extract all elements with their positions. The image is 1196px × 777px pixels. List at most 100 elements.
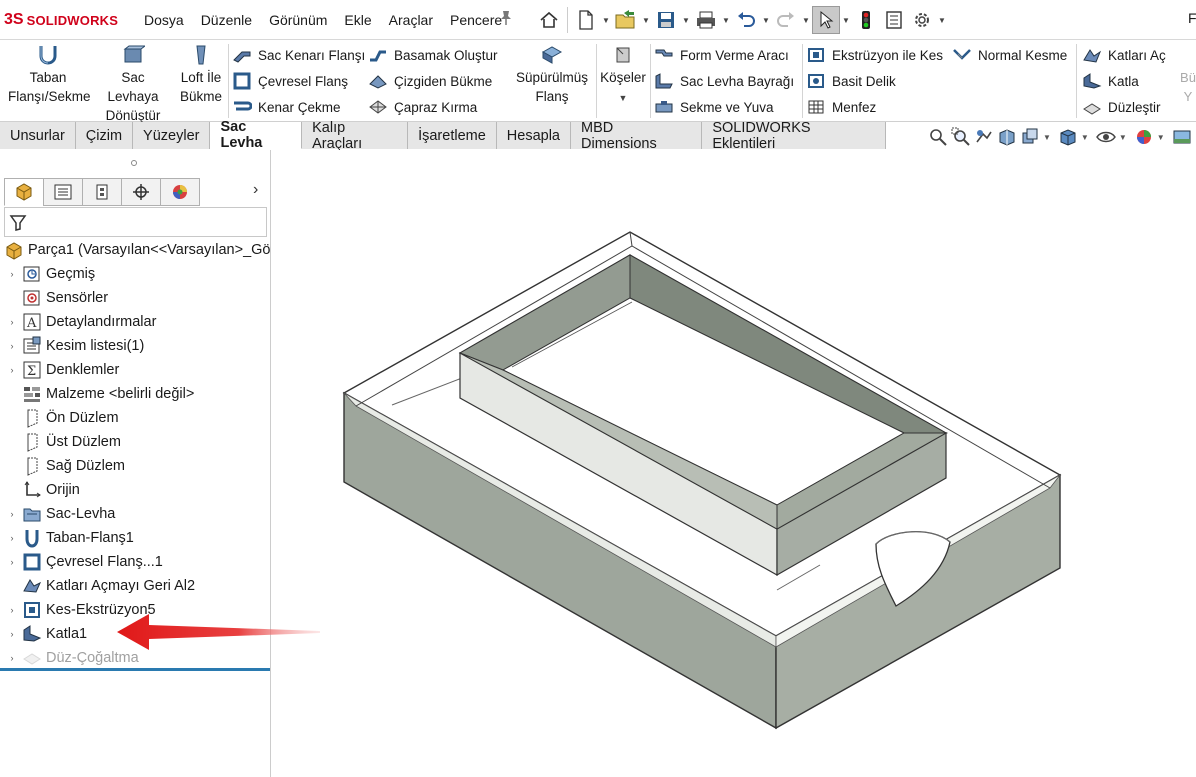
expand-chevron-icon[interactable]: ›	[6, 653, 18, 663]
flatten-button[interactable]: Düzleştir	[1082, 94, 1166, 120]
chevron-down-icon[interactable]: ▼	[1043, 133, 1051, 142]
lofted-bend-button[interactable]: Loft İle Bükme	[176, 44, 226, 106]
select-arrow-icon[interactable]	[812, 6, 840, 34]
panel-splitter-handle[interactable]	[131, 160, 137, 166]
chevron-down-icon[interactable]: ▼	[936, 6, 948, 34]
vent-button[interactable]: Menfez	[806, 94, 943, 120]
tab-cizim[interactable]: Çizim	[75, 122, 134, 149]
tab-solidworks-eklentileri[interactable]: SOLIDWORKS Eklentileri	[702, 120, 887, 152]
featuremanager-tab[interactable]	[4, 178, 44, 206]
displaymanager-tab[interactable]	[160, 178, 200, 206]
zoom-to-fit-icon[interactable]	[928, 127, 948, 147]
chevron-down-icon[interactable]: ▼	[1157, 133, 1165, 142]
tree-node[interactable]: › Sac-Levha	[0, 502, 270, 526]
chevron-right-icon[interactable]: ›	[253, 181, 258, 199]
tree-node[interactable]: › Kesim listesi(1)	[0, 334, 270, 358]
print-icon[interactable]	[692, 6, 720, 34]
new-document-icon[interactable]	[572, 6, 600, 34]
expand-chevron-icon[interactable]: ›	[6, 533, 18, 543]
miter-flange-button[interactable]: Çevresel Flanş	[232, 68, 365, 94]
tree-node[interactable]: Parça1 (Varsayılan<<Varsayılan>_Gö	[0, 238, 270, 262]
menu-duzenle[interactable]: Düzenle	[201, 12, 252, 28]
tree-node[interactable]: Sensörler	[0, 286, 270, 310]
chevron-down-icon[interactable]: ▼	[1081, 133, 1089, 142]
tab-sac-levha[interactable]: Sac Levha	[210, 119, 303, 151]
chevron-down-icon[interactable]: ▼	[619, 93, 628, 103]
tree-node[interactable]: Sağ Düzlem	[0, 454, 270, 478]
view-orientation-icon[interactable]	[1058, 127, 1078, 147]
sheet-metal-gusset-button[interactable]: Sac Levha Bayrağı	[654, 68, 794, 94]
tree-node[interactable]: › A Detaylandırmalar	[0, 310, 270, 334]
edit-appearance-icon[interactable]	[1134, 127, 1154, 147]
expand-chevron-icon[interactable]: ›	[6, 269, 18, 279]
tab-unsurlar[interactable]: Unsurlar	[0, 122, 76, 149]
no-bends-button[interactable]: Bü Y	[1176, 68, 1196, 106]
hem-button[interactable]: Kenar Çekme	[232, 94, 365, 120]
tab-hesapla[interactable]: Hesapla	[496, 122, 571, 149]
save-icon[interactable]	[652, 6, 680, 34]
tree-node[interactable]: › Çevresel Flanş...1	[0, 550, 270, 574]
edge-flange-button[interactable]: Sac Kenarı Flanşı	[232, 42, 365, 68]
tree-node[interactable]: Orijin	[0, 478, 270, 502]
menu-dosya[interactable]: Dosya	[144, 12, 184, 28]
open-icon[interactable]	[612, 6, 640, 34]
traffic-light-icon[interactable]	[852, 6, 880, 34]
apply-scene-icon[interactable]	[1172, 127, 1192, 147]
tab-yuzeyler[interactable]: Yüzeyler	[133, 122, 211, 149]
convert-to-sheet-metal-button[interactable]: Sac Levhaya Dönüştür	[94, 44, 172, 125]
expand-chevron-icon[interactable]: ›	[6, 629, 18, 639]
dimxpertmanager-tab[interactable]	[121, 178, 161, 206]
chevron-down-icon[interactable]: ▼	[800, 6, 812, 34]
tree-node[interactable]: Katları Açmayı Geri Al2	[0, 574, 270, 598]
chevron-down-icon[interactable]: ▼	[640, 6, 652, 34]
jog-button[interactable]: Basamak Oluştur	[368, 42, 498, 68]
chevron-down-icon[interactable]: ▼	[1119, 133, 1127, 142]
simple-hole-button[interactable]: Basit Delik	[806, 68, 943, 94]
menu-gorunum[interactable]: Görünüm	[269, 12, 327, 28]
menu-ekle[interactable]: Ekle	[344, 12, 371, 28]
expand-chevron-icon[interactable]: ›	[6, 317, 18, 327]
expand-chevron-icon[interactable]: ›	[6, 365, 18, 375]
chevron-down-icon[interactable]: ▼	[760, 6, 772, 34]
tab-and-slot-button[interactable]: Sekme ve Yuva	[654, 94, 794, 120]
unfold-button[interactable]: Katları Aç	[1082, 42, 1166, 68]
options-gear-icon[interactable]	[908, 6, 936, 34]
tree-node[interactable]: › Geçmiş	[0, 262, 270, 286]
tab-isaretleme[interactable]: İşaretleme	[408, 122, 497, 149]
section-view-icon[interactable]	[997, 127, 1017, 147]
menu-araclar[interactable]: Araçlar	[389, 12, 433, 28]
expand-chevron-icon[interactable]: ›	[6, 605, 18, 615]
extruded-cut-button[interactable]: Ekstrüzyon ile Kes	[806, 42, 943, 68]
tree-node[interactable]: Ön Düzlem	[0, 406, 270, 430]
expand-chevron-icon[interactable]: ›	[6, 509, 18, 519]
graphics-area[interactable]	[272, 150, 1196, 777]
solidworks-logo[interactable]: 3S SOLIDWORKS	[4, 9, 118, 31]
base-flange-tab-button[interactable]: Taban Flanşı/Sekme	[8, 44, 91, 106]
swept-flange-button[interactable]: Süpürülmüş Flanş	[510, 44, 594, 106]
normal-cut-button[interactable]: Normal Kesme	[952, 42, 1067, 68]
expand-chevron-icon[interactable]: ›	[6, 341, 18, 351]
file-properties-icon[interactable]	[880, 6, 908, 34]
chevron-down-icon[interactable]: ▼	[680, 6, 692, 34]
redo-icon[interactable]	[772, 6, 800, 34]
cross-break-button[interactable]: Çapraz Kırma	[368, 94, 498, 120]
chevron-down-icon[interactable]: ▼	[600, 6, 612, 34]
expand-chevron-icon[interactable]: ›	[6, 557, 18, 567]
chevron-down-icon[interactable]: ▼	[720, 6, 732, 34]
tree-node[interactable]: Malzeme <belirli değil>	[0, 382, 270, 406]
rollback-bar[interactable]	[0, 668, 270, 671]
tree-node[interactable]: › Σ Denklemler	[0, 358, 270, 382]
forming-tool-button[interactable]: Form Verme Aracı	[654, 42, 794, 68]
tree-node[interactable]: › Taban-Flanş1	[0, 526, 270, 550]
propertymanager-tab[interactable]	[43, 178, 83, 206]
home-icon[interactable]	[535, 6, 563, 34]
feature-tree-filter[interactable]	[4, 207, 267, 237]
chevron-down-icon[interactable]: ▼	[840, 6, 852, 34]
fold-button[interactable]: Katla	[1082, 68, 1166, 94]
hide-show-items-icon[interactable]	[1095, 127, 1116, 147]
tab-kalip-araclari[interactable]: Kalıp Araçları	[302, 120, 409, 152]
undo-icon[interactable]	[732, 6, 760, 34]
sheet-metal-part-model[interactable]	[272, 150, 1196, 777]
zoom-to-area-icon[interactable]	[951, 127, 971, 147]
menu-pencere[interactable]: Pencere	[450, 12, 502, 28]
